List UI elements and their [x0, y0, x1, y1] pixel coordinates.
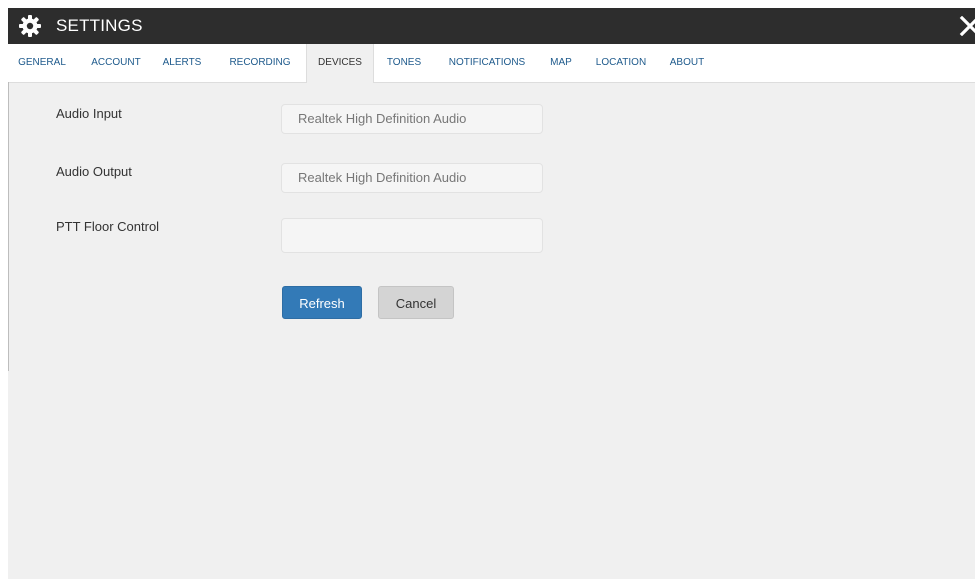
- tab-alerts[interactable]: ALERTS: [154, 44, 210, 82]
- tab-tones[interactable]: TONES: [378, 44, 430, 82]
- tab-about[interactable]: ABOUT: [662, 44, 712, 82]
- settings-tabs: GENERAL ACCOUNT ALERTS RECORDING DEVICES…: [8, 44, 975, 83]
- audio-output-select[interactable]: Realtek High Definition Audio: [281, 163, 543, 193]
- tab-notifications[interactable]: NOTIFICATIONS: [438, 44, 536, 82]
- gear-icon: [18, 14, 42, 38]
- audio-input-label: Audio Input: [56, 106, 122, 121]
- tab-recording[interactable]: RECORDING: [222, 44, 298, 82]
- settings-window: SETTINGS GENERAL ACCOUNT ALERTS RECORDIN…: [8, 8, 975, 579]
- tab-account[interactable]: ACCOUNT: [82, 44, 150, 82]
- ptt-floor-control-label: PTT Floor Control: [56, 219, 160, 234]
- tab-general[interactable]: GENERAL: [8, 44, 76, 82]
- tab-devices[interactable]: DEVICES: [306, 44, 374, 83]
- audio-output-label: Audio Output: [56, 164, 132, 179]
- refresh-button[interactable]: Refresh: [282, 286, 362, 319]
- ptt-floor-control-select[interactable]: [281, 218, 543, 253]
- tab-location[interactable]: LOCATION: [588, 44, 654, 82]
- panel-divider: [8, 82, 9, 371]
- close-icon[interactable]: [959, 16, 975, 36]
- tab-map[interactable]: MAP: [542, 44, 580, 82]
- cancel-button[interactable]: Cancel: [378, 286, 454, 319]
- window-title: SETTINGS: [56, 16, 143, 35]
- title-bar: SETTINGS: [8, 8, 975, 44]
- audio-input-select[interactable]: Realtek High Definition Audio: [281, 104, 543, 134]
